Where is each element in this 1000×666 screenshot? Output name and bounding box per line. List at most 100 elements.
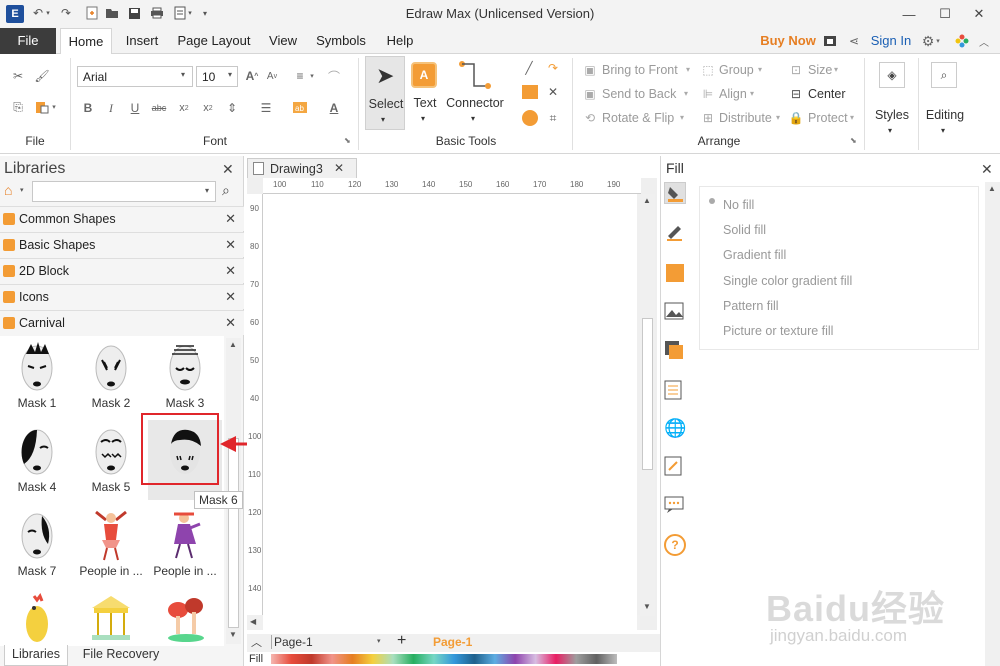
styles-button[interactable]: ◈ Styles ▾ — [870, 56, 914, 142]
send-to-back-button[interactable]: Send to Back — [602, 87, 676, 101]
shape-rooster[interactable] — [0, 588, 74, 646]
center-button[interactable]: Center — [808, 87, 846, 101]
font-name-select[interactable]: Arial — [77, 66, 193, 87]
save-icon[interactable] — [126, 5, 142, 21]
scroll-up-icon[interactable]: ▲ — [988, 184, 996, 193]
bullets-icon[interactable]: ☰ — [258, 100, 274, 116]
align-icon[interactable]: ⊫ — [700, 86, 716, 102]
open-folder-icon[interactable] — [104, 5, 120, 21]
tab-help[interactable]: Help — [378, 28, 422, 54]
comment-icon[interactable] — [664, 496, 686, 518]
color-swatches[interactable] — [271, 654, 617, 664]
section-close-icon[interactable]: ✕ — [225, 237, 236, 253]
shape-mask-2[interactable]: Mask 2 — [74, 336, 148, 416]
size-button[interactable]: Size — [808, 63, 832, 77]
align-button[interactable]: Align — [719, 87, 747, 101]
scroll-thumb[interactable] — [642, 318, 653, 470]
fill-option-no-fill[interactable]: No fill — [723, 198, 754, 212]
paste-icon[interactable] — [34, 99, 50, 115]
font-color-icon[interactable]: A — [326, 100, 342, 116]
tab-file[interactable]: File — [0, 28, 56, 54]
rectangle-tool-icon[interactable] — [522, 85, 538, 99]
collapse-pages-icon[interactable]: ︿ — [251, 634, 262, 650]
shape-mask-1[interactable]: Mask 1 — [0, 336, 74, 416]
font-name-dropdown-icon[interactable]: ▾ — [181, 70, 185, 79]
fill-option-gradient-fill[interactable]: Gradient fill — [723, 248, 786, 262]
paste-dropdown-icon[interactable]: ▾ — [50, 99, 58, 115]
shape-mask-5[interactable]: Mask 5 — [74, 420, 148, 500]
distribute-button[interactable]: Distribute — [719, 111, 772, 125]
superscript-icon[interactable]: x2 — [200, 100, 216, 116]
library-section-icons[interactable]: Icons ✕ — [0, 284, 244, 309]
copy-icon[interactable]: ⎘ — [10, 99, 26, 115]
library-search-input[interactable] — [32, 181, 216, 202]
fill-option-pattern-fill[interactable]: Pattern fill — [723, 299, 779, 313]
align-text-icon[interactable]: ≡ — [292, 68, 308, 84]
center-icon[interactable]: ⊟ — [788, 86, 804, 102]
scroll-down-icon[interactable]: ▼ — [643, 602, 651, 611]
page-tab[interactable]: Page-1 — [433, 635, 472, 649]
share-icon[interactable]: ⋖ — [846, 33, 862, 49]
fill-option-picture-texture[interactable]: Picture or texture fill — [723, 324, 833, 338]
send-to-back-dropdown-icon[interactable]: ▾ — [684, 89, 688, 98]
underline-icon[interactable]: U — [127, 100, 143, 116]
fill-panel-scrollbar[interactable]: ▲ — [985, 182, 1000, 666]
size-dropdown-icon[interactable]: ▾ — [834, 65, 838, 74]
fill-panel-close-icon[interactable]: ✕ — [981, 161, 993, 178]
new-file-icon[interactable] — [84, 5, 100, 21]
italic-icon[interactable]: I — [103, 100, 119, 116]
hyperlink-globe-icon[interactable]: 🌐 — [664, 418, 686, 440]
align-text-dropdown-icon[interactable]: ▾ — [308, 68, 316, 84]
tab-file-recovery[interactable]: File Recovery — [76, 645, 166, 666]
text-tool-button[interactable]: A Text ▾ — [408, 56, 442, 130]
line-spacing-icon[interactable]: ⇕ — [224, 100, 240, 116]
store-icon[interactable] — [822, 33, 838, 49]
shape-mushroom[interactable] — [148, 588, 222, 646]
rotate-flip-dropdown-icon[interactable]: ▾ — [680, 113, 684, 122]
vertical-scrollbar[interactable]: ▲ ▼ — [640, 194, 655, 616]
document-close-icon[interactable]: ✕ — [334, 161, 344, 175]
scroll-up-icon[interactable]: ▲ — [643, 196, 651, 205]
highlight-color-icon[interactable]: ab — [292, 100, 308, 116]
page-select[interactable]: Page-1 — [271, 635, 383, 649]
send-to-back-icon[interactable]: ▣ — [582, 86, 598, 102]
page-select-dropdown-icon[interactable]: ▾ — [377, 637, 381, 645]
add-page-icon[interactable]: + — [397, 632, 406, 650]
scroll-thumb[interactable] — [228, 438, 239, 628]
tab-page-layout[interactable]: Page Layout — [172, 28, 256, 54]
page-properties-icon[interactable] — [664, 380, 686, 402]
scroll-left-icon[interactable]: ◀ — [250, 617, 256, 626]
library-section-carnival[interactable]: Carnival ✕ — [0, 310, 244, 335]
shape-pavilion[interactable] — [74, 588, 148, 646]
tab-view[interactable]: View — [262, 28, 304, 54]
distribute-dropdown-icon[interactable]: ▾ — [776, 113, 780, 122]
shape-people-in-2[interactable]: People in ... — [148, 504, 222, 584]
fill-tool-icon[interactable] — [664, 182, 686, 204]
library-section-2d-block[interactable]: 2D Block ✕ — [0, 258, 244, 283]
customize-toolbar-icon[interactable]: ▾ — [200, 5, 210, 21]
libraries-close-icon[interactable]: ✕ — [222, 161, 234, 178]
shrink-font-icon[interactable]: Av — [264, 68, 280, 84]
library-section-common-shapes[interactable]: Common Shapes ✕ — [0, 206, 244, 231]
print-icon[interactable] — [149, 5, 165, 21]
protect-icon[interactable]: 🔒 — [788, 110, 804, 126]
ellipse-tool-icon[interactable] — [522, 110, 538, 126]
shadow-square-icon[interactable] — [664, 262, 686, 284]
brush-icon[interactable]: 🖌 — [34, 68, 50, 84]
shape-mask-3[interactable]: Mask 3 — [148, 336, 222, 416]
distribute-icon[interactable]: ⊞ — [700, 110, 716, 126]
shape-people-in-1[interactable]: People in ... — [74, 504, 148, 584]
section-close-icon[interactable]: ✕ — [225, 289, 236, 305]
bring-to-front-button[interactable]: Bring to Front — [602, 63, 678, 77]
note-icon[interactable] — [664, 456, 686, 478]
tab-libraries[interactable]: Libraries — [4, 645, 68, 666]
group-icon[interactable]: ⬚ — [700, 62, 716, 78]
line-style-icon[interactable] — [664, 222, 686, 244]
close-button[interactable]: ✕ — [956, 0, 1000, 28]
search-dropdown-icon[interactable]: ▾ — [205, 186, 209, 195]
undo-dropdown-icon[interactable]: ▾ — [44, 5, 52, 21]
fill-option-single-color-gradient[interactable]: Single color gradient fill — [723, 274, 852, 288]
format-painter-icon[interactable]: ✂ — [10, 68, 26, 84]
library-section-basic-shapes[interactable]: Basic Shapes ✕ — [0, 232, 244, 257]
align-dropdown-icon[interactable]: ▾ — [750, 89, 754, 98]
